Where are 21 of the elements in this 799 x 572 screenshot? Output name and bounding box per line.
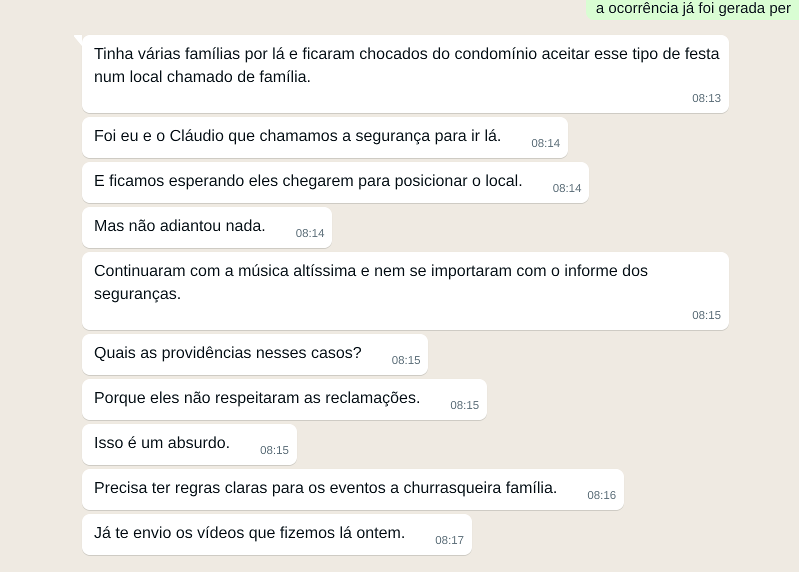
message-time: 08:17 <box>434 534 464 548</box>
message-text: Continuaram com a música altíssima e nem se importaram com o informe dos seguranças. <box>94 262 649 305</box>
message-time: 08:15 <box>259 444 289 458</box>
message-text: Já te envio os vídeos que fizemos lá ontem. <box>94 524 406 544</box>
message-time: 08:14 <box>552 182 582 196</box>
message-text: Isso é um absurdo. <box>94 434 230 454</box>
message-time: 08:15 <box>390 354 420 368</box>
message-time: 08:16 <box>586 489 616 503</box>
message-text: Foi eu e o Cláudio que chamamos a segurança para ir lá. <box>94 127 502 147</box>
message-text: E ficamos esperando eles chegarem para posicionar o local. <box>94 172 523 192</box>
message-time: 08:14 <box>530 137 560 151</box>
message-text: a ocorrência já foi gerada per <box>596 0 791 18</box>
message-text: Quais as providências nesses casos? <box>94 344 362 364</box>
message-time: 08:14 <box>294 227 324 241</box>
message-text: Tinha várias famílias por lá e ficaram chocados do condomínio aceitar esse tipo de festa num local chamado de família. <box>94 45 721 88</box>
message-text: Precisa ter regras claras para os eventos a churrasqueira família. <box>94 479 558 499</box>
message-time: 08:13 <box>691 92 721 106</box>
message-text: Porque eles não respeitaram as reclamações. <box>94 389 420 409</box>
message-time: 08:15 <box>449 399 480 413</box>
message-time: 08:15 <box>691 309 721 323</box>
message-text: Mas não adiantou nada. <box>94 217 266 237</box>
